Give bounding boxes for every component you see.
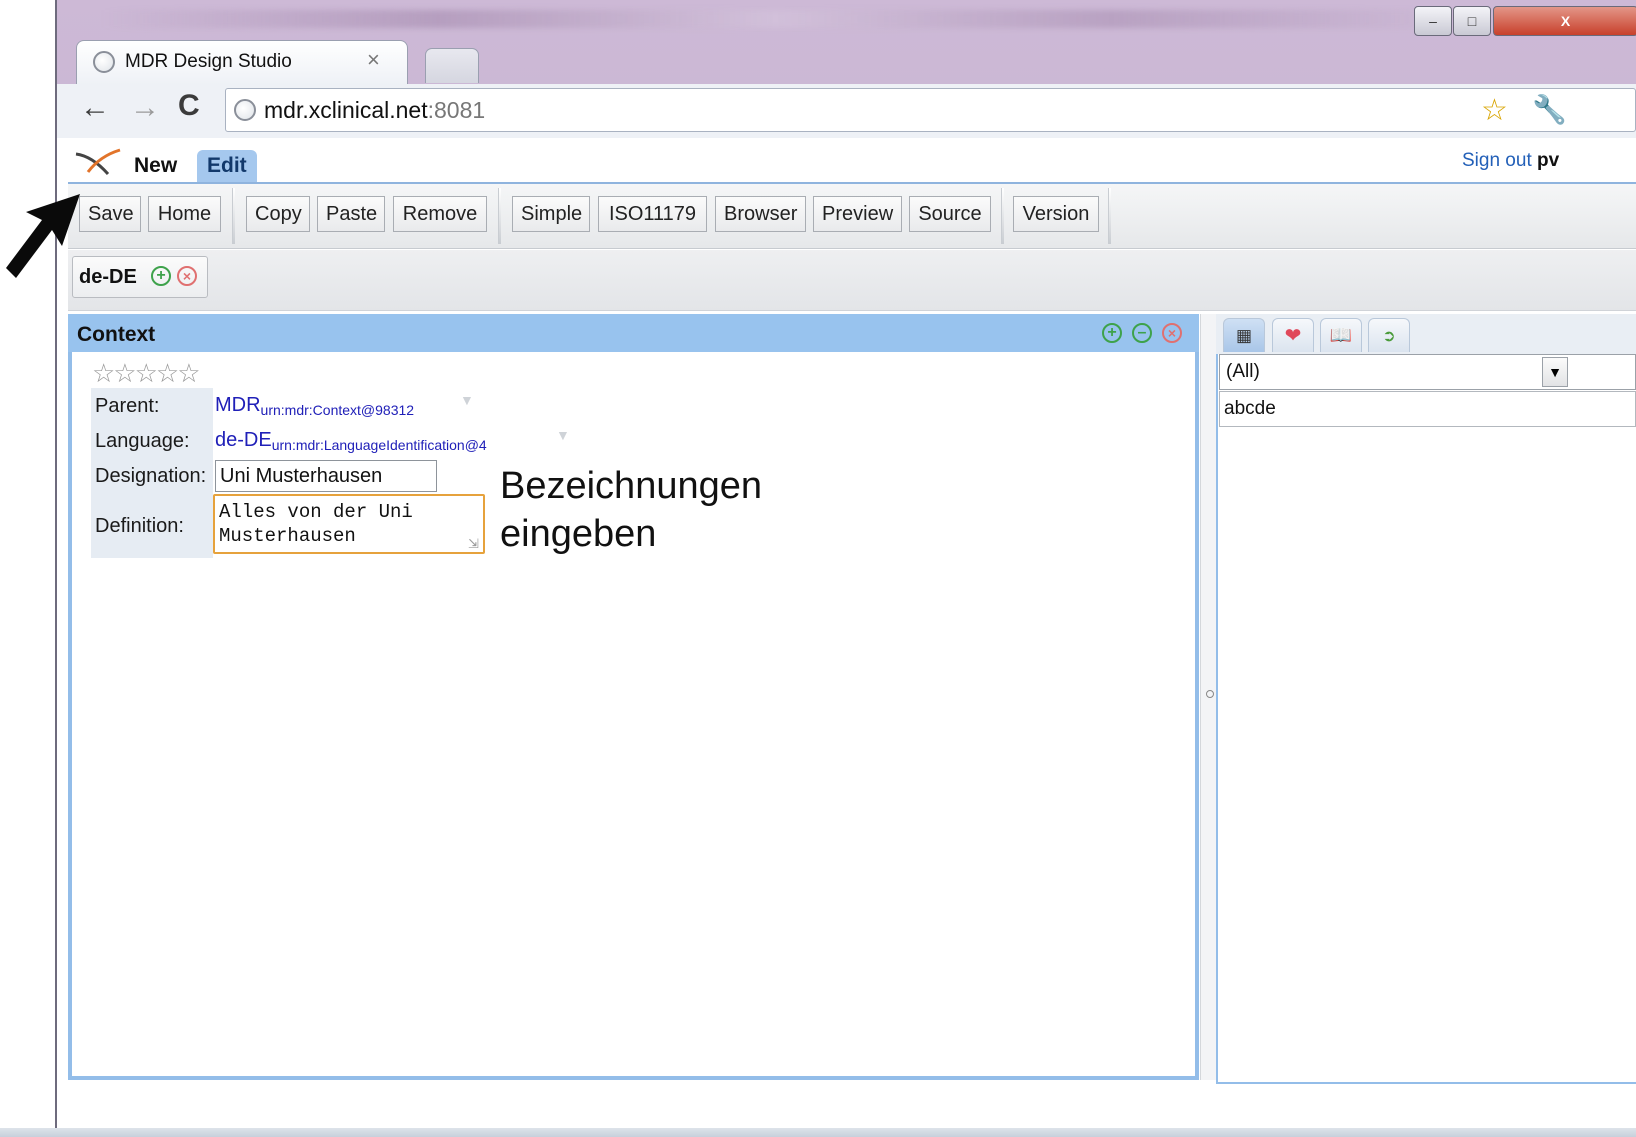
- toolbar-separator: [1001, 188, 1004, 244]
- source-button[interactable]: Source: [909, 196, 991, 232]
- parent-value[interactable]: MDRurn:mdr:Context@98312: [215, 394, 414, 418]
- filter-selected-value: (All): [1226, 361, 1260, 382]
- copy-button[interactable]: Copy: [246, 196, 310, 232]
- sign-out-link[interactable]: Sign out: [1462, 150, 1532, 171]
- filter-select[interactable]: (All): [1219, 354, 1636, 390]
- minimize-button[interactable]: –: [1414, 6, 1452, 36]
- url-text: mdr.xclinical.net:8081: [264, 97, 485, 124]
- window-title-bar: [100, 10, 1450, 28]
- browser-tab-active[interactable]: MDR Design Studio ×: [76, 40, 408, 85]
- favorites-tab[interactable]: ❤: [1272, 318, 1314, 352]
- toolbar-separator: [498, 188, 501, 244]
- search-input-value: abcde: [1224, 398, 1276, 419]
- browser-button[interactable]: Browser: [715, 196, 806, 232]
- tab-title: MDR Design Studio: [125, 51, 292, 72]
- minimize-icon: –: [1429, 13, 1437, 29]
- export-tab[interactable]: ➲: [1368, 318, 1410, 352]
- resize-handle-icon[interactable]: ⇲: [468, 536, 479, 552]
- definition-label: Definition:: [95, 515, 184, 537]
- maximize-icon: □: [1467, 13, 1477, 29]
- language-dropdown-icon[interactable]: ▼: [556, 427, 570, 443]
- xclinical-logo-icon: [75, 148, 121, 175]
- language-urn: urn:mdr:LanguageIdentification@4: [271, 437, 487, 454]
- user-name: pv: [1537, 150, 1560, 171]
- pointer-arrow-icon: [6, 194, 80, 278]
- menu-tab-new[interactable]: New: [124, 150, 187, 182]
- maximize-button[interactable]: □: [1453, 6, 1491, 36]
- simple-button[interactable]: Simple: [512, 196, 590, 232]
- structure-tab[interactable]: ▦: [1223, 318, 1265, 352]
- back-icon[interactable]: ←: [80, 93, 110, 123]
- tab-close-icon[interactable]: ×: [367, 47, 380, 73]
- toolbar-separator: [232, 188, 235, 244]
- designation-input[interactable]: [215, 460, 437, 492]
- panel-splitter[interactable]: [1200, 314, 1217, 1080]
- definition-textarea[interactable]: [213, 494, 485, 554]
- language-value[interactable]: de-DEurn:mdr:LanguageIdentification@4: [215, 429, 487, 453]
- remove-language-icon[interactable]: ×: [177, 266, 197, 286]
- panel-header: Context + – ×: [68, 314, 1199, 352]
- designation-label: Designation:: [95, 465, 207, 487]
- version-button[interactable]: Version: [1013, 196, 1099, 232]
- language-label: Language:: [95, 430, 190, 452]
- parent-label: Parent:: [95, 395, 160, 417]
- catalog-tab[interactable]: 📖: [1320, 318, 1362, 352]
- account-area: Sign out pv: [1462, 150, 1559, 172]
- wrench-icon[interactable]: 🔧: [1532, 93, 1567, 126]
- export-icon: ➲: [1382, 327, 1396, 345]
- home-button[interactable]: Home: [148, 196, 221, 232]
- close-window-button[interactable]: X: [1493, 6, 1636, 36]
- chevron-down-icon[interactable]: ▼: [1542, 357, 1568, 387]
- menu-tab-edit[interactable]: Edit: [197, 150, 257, 182]
- search-input[interactable]: abcde: [1219, 391, 1636, 427]
- language-link[interactable]: de-DE: [215, 429, 272, 451]
- close-panel-icon[interactable]: ×: [1162, 323, 1182, 343]
- address-bar[interactable]: mdr.xclinical.net:8081 ☆ 🔧: [225, 88, 1636, 132]
- remove-button[interactable]: Remove: [393, 196, 487, 232]
- toolbar-separator: [1108, 188, 1111, 244]
- annotation-text: Bezeichnungen eingeben: [500, 465, 762, 555]
- bookmark-star-icon[interactable]: ☆: [1481, 93, 1508, 128]
- url-port: :8081: [427, 97, 486, 123]
- site-info-icon: [234, 99, 256, 121]
- close-icon: X: [1560, 13, 1571, 29]
- page-favicon-icon: [93, 51, 115, 73]
- reload-icon[interactable]: C: [178, 91, 200, 121]
- book-icon: 📖: [1329, 325, 1353, 345]
- structure-icon: ▦: [1235, 325, 1253, 345]
- new-tab-button[interactable]: [425, 48, 479, 83]
- panel-title: Context: [77, 323, 156, 346]
- url-host: mdr.xclinical.net: [264, 97, 428, 123]
- language-bar: [68, 250, 1636, 311]
- parent-urn: urn:mdr:Context@98312: [260, 402, 415, 419]
- forward-icon[interactable]: →: [130, 93, 160, 123]
- taskbar: [0, 1128, 1636, 1137]
- collapse-icon[interactable]: –: [1132, 323, 1152, 343]
- search-panel: [1216, 314, 1636, 1084]
- add-language-icon[interactable]: +: [151, 266, 171, 286]
- preview-button[interactable]: Preview: [813, 196, 902, 232]
- expand-icon[interactable]: +: [1102, 323, 1122, 343]
- rating-stars[interactable]: ☆☆☆☆☆: [92, 358, 201, 389]
- iso11179-button[interactable]: ISO11179: [598, 196, 707, 232]
- paste-button[interactable]: Paste: [317, 196, 385, 232]
- parent-link[interactable]: MDR: [215, 394, 261, 416]
- parent-dropdown-icon[interactable]: ▼: [460, 392, 474, 408]
- language-tag[interactable]: de-DE + ×: [72, 256, 208, 298]
- splitter-grip-icon[interactable]: [1206, 690, 1214, 698]
- heart-icon: ❤: [1284, 325, 1302, 347]
